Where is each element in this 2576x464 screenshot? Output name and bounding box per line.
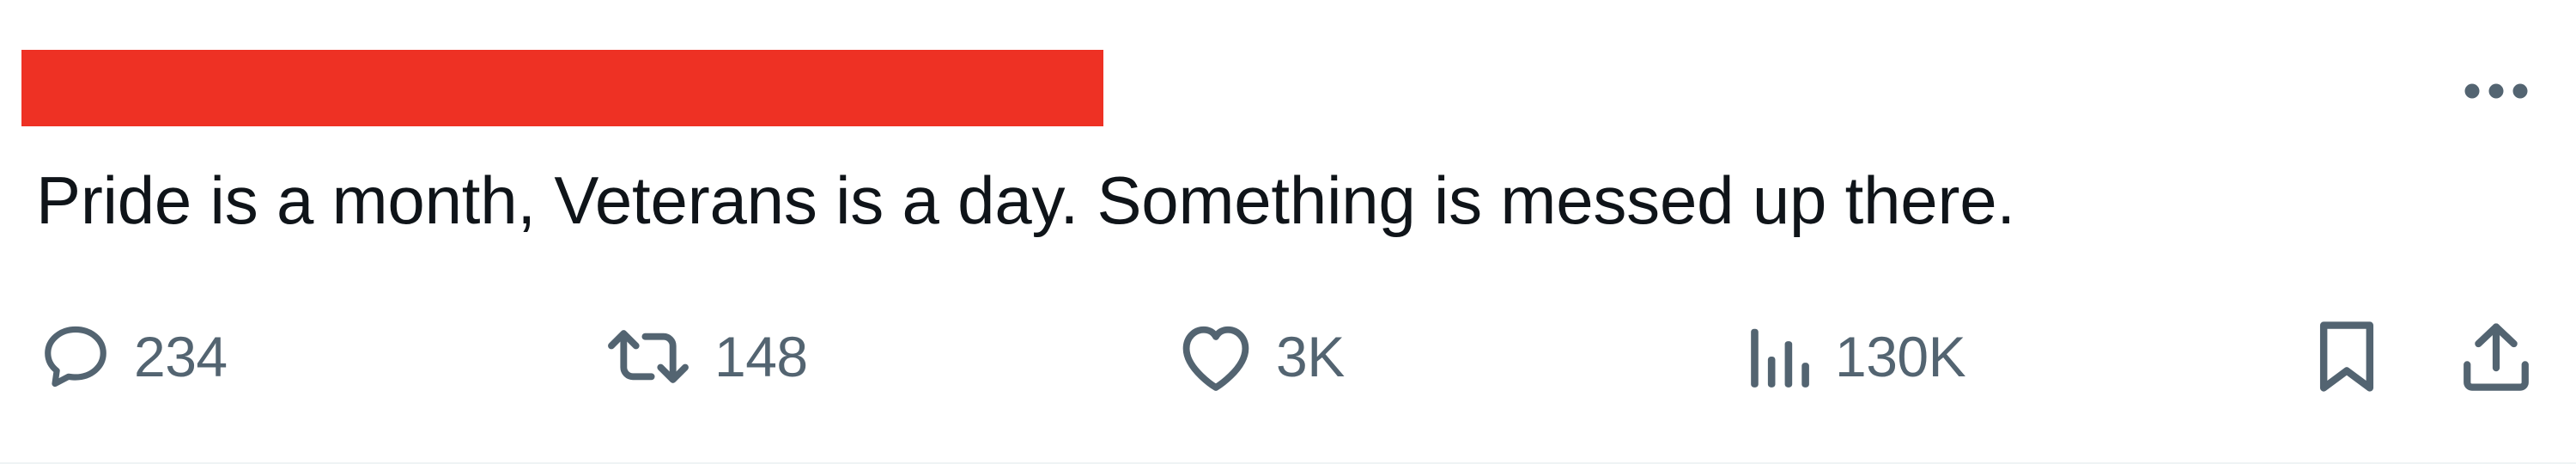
view-count: 130K bbox=[1835, 325, 1966, 388]
like-count: 3K bbox=[1276, 325, 1345, 388]
views-button[interactable]: 130K bbox=[1747, 309, 1966, 404]
reply-bubble-icon bbox=[36, 320, 115, 394]
more-horizontal-icon bbox=[2464, 83, 2528, 99]
bookmark-icon bbox=[2312, 317, 2382, 396]
redacted-author-header bbox=[21, 50, 1103, 126]
like-button[interactable]: 3K bbox=[1175, 309, 1345, 404]
retweet-button[interactable]: 148 bbox=[601, 309, 808, 404]
reply-count: 234 bbox=[134, 325, 228, 388]
heart-icon bbox=[1175, 320, 1257, 394]
share-upload-icon bbox=[2458, 317, 2535, 396]
retweet-count: 148 bbox=[714, 325, 808, 388]
retweet-icon bbox=[601, 320, 696, 394]
share-button[interactable] bbox=[2458, 309, 2535, 404]
tweet-card[interactable]: Pride is a month, Veterans is a day. Som… bbox=[0, 0, 2576, 464]
tweet-text: Pride is a month, Veterans is a day. Som… bbox=[36, 162, 2015, 238]
more-options-button[interactable] bbox=[2458, 65, 2535, 117]
reply-button[interactable]: 234 bbox=[36, 309, 228, 404]
analytics-bars-icon bbox=[1747, 320, 1816, 394]
bookmark-button[interactable] bbox=[2312, 309, 2382, 404]
